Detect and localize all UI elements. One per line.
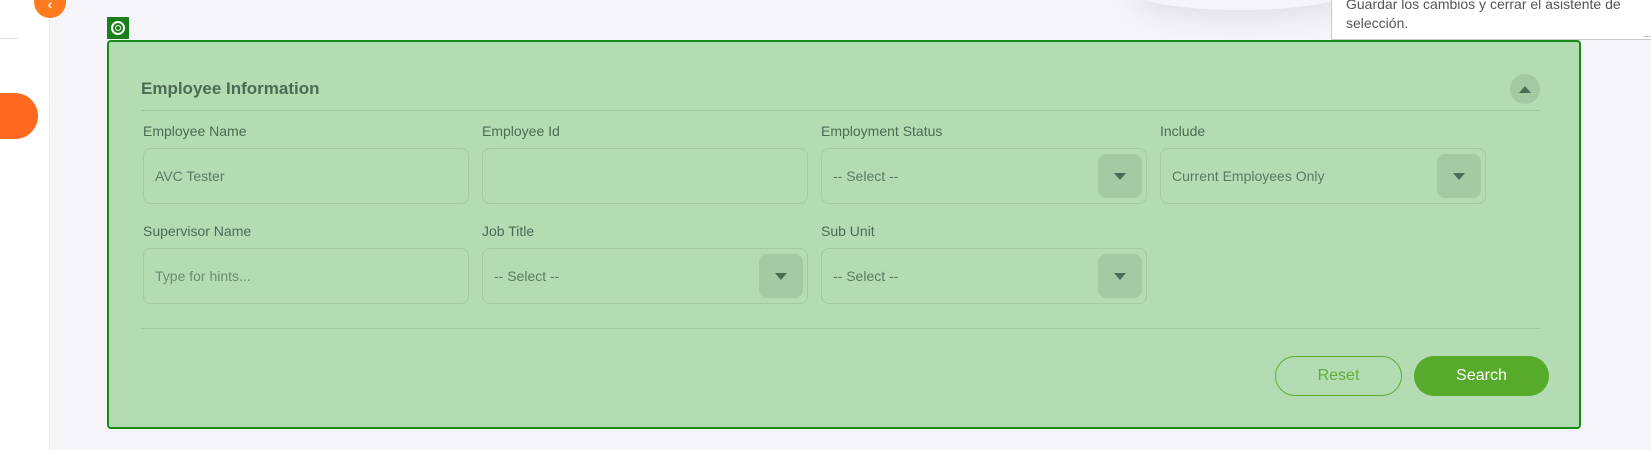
supervisor-name-label: Supervisor Name [143,223,252,239]
job-title-label: Job Title [482,223,535,239]
employee-information-panel: Employee Information Employee Name AVC T… [107,40,1581,429]
job-title-dropdown-button[interactable] [759,254,803,298]
job-title-value: -- Select -- [494,268,560,284]
employment-status-select[interactable]: -- Select -- [821,148,1147,204]
sidebar-divider [0,38,18,39]
job-title-select[interactable]: -- Select -- [482,248,808,304]
tooltip-line-2: selección. [1346,15,1409,31]
sidebar [0,0,50,450]
include-label: Include [1160,123,1206,139]
tooltip: Guardar los cambios y cerrar el asistent… [1331,0,1651,40]
target-icon [107,17,129,39]
chevron-left-icon: ‹ [47,0,53,12]
employee-id-input[interactable] [482,148,808,204]
search-button[interactable]: Search [1414,356,1549,396]
sidebar-active-item[interactable] [0,93,38,139]
reset-button[interactable]: Reset [1275,356,1402,396]
panel-title: Employee Information [141,79,320,98]
footer-divider [141,328,1540,329]
sub-unit-select[interactable]: -- Select -- [821,248,1147,304]
popup-shadow [1130,0,1350,10]
employment-status-dropdown-button[interactable] [1098,154,1142,198]
employment-status-label: Employment Status [821,123,943,139]
supervisor-name-input[interactable]: Type for hints... [143,248,469,304]
employment-status-value: -- Select -- [833,168,899,184]
caret-up-icon [1519,85,1531,93]
supervisor-name-placeholder: Type for hints... [155,268,251,284]
caret-down-icon [1453,172,1465,180]
employee-name-input[interactable]: AVC Tester [143,148,469,204]
sub-unit-label: Sub Unit [821,223,875,239]
caret-down-icon [1114,272,1126,280]
caret-down-icon [775,272,787,280]
tooltip-line-1: Guardar los cambios y cerrar el asistent… [1346,0,1621,12]
include-value: Current Employees Only [1172,168,1325,184]
employee-name-value: AVC Tester [155,168,225,184]
sub-unit-dropdown-button[interactable] [1098,254,1142,298]
include-dropdown-button[interactable] [1437,154,1481,198]
employee-name-label: Employee Name [143,123,247,139]
include-select[interactable]: Current Employees Only [1160,148,1486,204]
header-divider [141,110,1540,111]
caret-down-icon [1114,172,1126,180]
sub-unit-value: -- Select -- [833,268,899,284]
collapse-panel-button[interactable] [1510,74,1540,104]
employee-id-label: Employee Id [482,123,560,139]
scrollbar-mark [1643,36,1651,37]
